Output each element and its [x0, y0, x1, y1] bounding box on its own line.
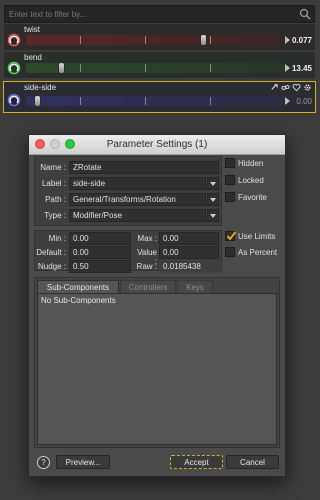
property-row-bend[interactable]: bend 13.45	[4, 52, 315, 78]
locked-label: Locked	[238, 176, 264, 185]
slider-track[interactable]	[26, 96, 284, 106]
raw-value: 0.0185438	[159, 260, 219, 273]
as-percent-checkbox[interactable]	[225, 247, 235, 257]
filter-bar	[4, 5, 315, 23]
slider-tick	[80, 64, 81, 72]
nudge-label: Nudge :	[37, 262, 66, 271]
preview-button[interactable]: Preview...	[56, 455, 110, 469]
favorite-label: Favorite	[238, 193, 267, 202]
use-limits-label: Use Limits	[238, 232, 276, 241]
slider-tick	[210, 64, 211, 72]
property-label: side-side	[24, 83, 57, 92]
property-value[interactable]: 0.00	[296, 97, 312, 106]
heart-icon[interactable]	[292, 83, 301, 92]
accept-button[interactable]: Accept	[170, 455, 223, 469]
checkmark-icon	[226, 231, 236, 241]
property-label: bend	[24, 53, 42, 62]
label-field[interactable]: side-side	[69, 177, 206, 190]
slider-tick	[145, 64, 146, 72]
property-row-twist[interactable]: twist 0.077	[4, 24, 315, 50]
gear-icon[interactable]	[303, 83, 312, 92]
slider-tick	[80, 36, 81, 44]
filter-input[interactable]	[5, 6, 303, 22]
slider-knob[interactable]	[34, 95, 41, 107]
tabs-area: Sub-Components Controllers Keys No Sub-C…	[34, 277, 280, 448]
slider-arrow-icon[interactable]	[285, 64, 290, 72]
use-limits-checkbox[interactable]	[225, 231, 236, 241]
min-label: Min :	[48, 234, 66, 243]
property-value[interactable]: 13.45	[292, 64, 312, 73]
max-field[interactable]: 0.00	[159, 232, 219, 245]
property-label: twist	[24, 25, 40, 34]
slider-arrow-icon[interactable]	[285, 97, 290, 105]
path-dropdown-button[interactable]	[207, 193, 219, 206]
slider-arrow-icon[interactable]	[285, 36, 290, 44]
hidden-label: Hidden	[238, 159, 264, 168]
slider-track[interactable]	[26, 35, 284, 45]
value-field[interactable]: 0.00	[159, 246, 219, 259]
limits-section: Min : 0.00 Max : 0.00 Default : 0.00 Val…	[34, 230, 222, 273]
cancel-button[interactable]: Cancel	[226, 455, 279, 469]
help-button[interactable]: ?	[37, 456, 50, 469]
link-icon[interactable]	[270, 83, 279, 92]
raw-label: Raw :	[136, 262, 157, 271]
tab-controllers[interactable]: Controllers	[120, 280, 176, 293]
hidden-checkbox[interactable]	[225, 158, 235, 168]
label-dropdown-button[interactable]	[207, 177, 219, 190]
name-label: Name :	[40, 163, 66, 172]
slider-tick	[145, 97, 146, 105]
dialog-titlebar[interactable]: Parameter Settings (1)	[29, 135, 285, 155]
sub-components-panel: No Sub-Components	[37, 293, 277, 445]
slider-knob[interactable]	[58, 62, 65, 74]
slider-tick	[210, 97, 211, 105]
path-field[interactable]: General/Transforms/Rotation	[69, 193, 206, 206]
default-label: Default :	[36, 248, 66, 257]
slider-tick	[210, 36, 211, 44]
row-icons	[270, 83, 312, 92]
tab-keys[interactable]: Keys	[177, 280, 213, 293]
as-percent-label: As Percent	[238, 248, 278, 257]
min-field[interactable]: 0.00	[69, 232, 131, 245]
chain-icon[interactable]	[281, 83, 290, 92]
property-value[interactable]: 0.077	[292, 36, 312, 45]
nudge-field[interactable]: 0.50	[69, 260, 131, 273]
slider-tick	[80, 97, 81, 105]
sub-components-text: No Sub-Components	[41, 296, 116, 305]
dial-icon[interactable]	[7, 93, 21, 107]
dial-icon[interactable]	[7, 61, 21, 75]
dial-icon[interactable]	[7, 33, 21, 47]
property-row-side-side[interactable]: side-side 0.00	[3, 81, 316, 113]
label-label: Label :	[41, 179, 66, 188]
locked-checkbox[interactable]	[225, 175, 235, 185]
tab-sub-components[interactable]: Sub-Components	[37, 280, 119, 293]
search-icon[interactable]	[299, 8, 311, 20]
type-field[interactable]: Modifier/Pose	[69, 209, 206, 222]
favorite-checkbox[interactable]	[225, 192, 235, 202]
slider-knob[interactable]	[200, 34, 207, 46]
slider-tick	[145, 36, 146, 44]
parameter-settings-dialog: Parameter Settings (1) Name : ZRotate La…	[28, 134, 286, 477]
default-field[interactable]: 0.00	[69, 246, 131, 259]
name-field[interactable]: ZRotate	[69, 161, 219, 174]
path-label: Path :	[45, 195, 66, 204]
type-dropdown-button[interactable]	[207, 209, 219, 222]
type-label: Type :	[44, 211, 66, 220]
dialog-title: Parameter Settings (1)	[106, 139, 208, 150]
identity-section: Name : ZRotate Label : side-side Path : …	[34, 156, 222, 226]
max-label: Max :	[137, 234, 157, 243]
